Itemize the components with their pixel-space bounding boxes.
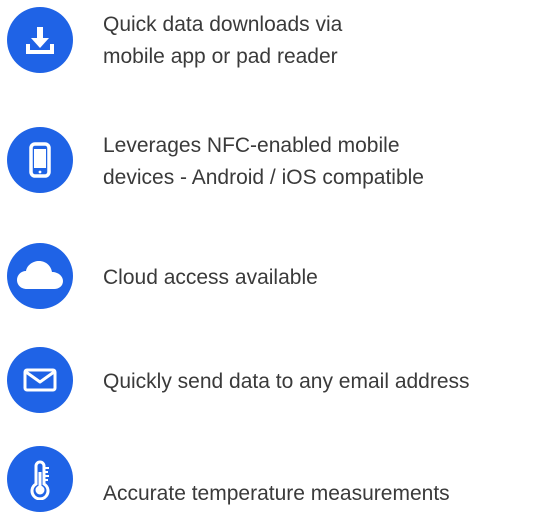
feature-text: Leverages NFC-enabled mobile devices - A… xyxy=(103,130,424,194)
feature-line: mobile app or pad reader xyxy=(103,45,338,68)
cloud-icon xyxy=(7,243,73,309)
download-icon xyxy=(7,7,73,73)
feature-text: Cloud access available xyxy=(103,262,318,294)
feature-text: Accurate temperature measurements xyxy=(103,478,450,510)
feature-line: Accurate temperature measurements xyxy=(103,482,450,505)
feature-line: Quick data downloads via xyxy=(103,13,343,36)
thermometer-icon xyxy=(7,446,73,512)
feature-line: Quickly send data to any email address xyxy=(103,370,470,393)
envelope-icon xyxy=(7,347,73,413)
feature-line: Cloud access available xyxy=(103,266,318,289)
feature-text: Quick data downloads via mobile app or p… xyxy=(103,9,342,73)
smartphone-icon xyxy=(7,127,73,193)
feature-line: Leverages NFC-enabled mobile xyxy=(103,134,400,157)
feature-text: Quickly send data to any email address xyxy=(103,366,470,398)
feature-line: devices - Android / iOS compatible xyxy=(103,166,424,189)
